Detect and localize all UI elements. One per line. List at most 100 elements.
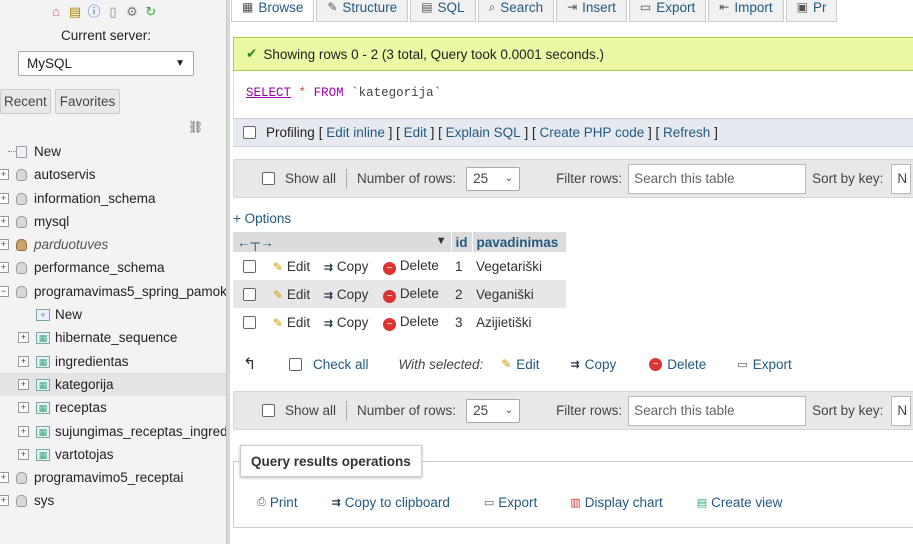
- expand-icon[interactable]: +: [18, 378, 29, 390]
- options-link[interactable]: + Options: [233, 211, 291, 226]
- expand-icon[interactable]: +: [18, 332, 29, 344]
- tree-item[interactable]: + programavimo5_receptai: [0, 466, 226, 489]
- show-all-checkbox[interactable]: [262, 172, 275, 185]
- expand-icon[interactable]: +: [0, 472, 9, 484]
- row-edit[interactable]: ✎ Edit: [269, 280, 320, 308]
- column-header-pavadinimas[interactable]: pavadinimas: [472, 232, 567, 252]
- check-all-checkbox[interactable]: [289, 357, 302, 371]
- bulk-delete-button[interactable]: − Delete: [649, 357, 706, 372]
- expand-icon[interactable]: +: [0, 239, 9, 251]
- row-delete[interactable]: − Delete: [379, 308, 451, 336]
- tree-item[interactable]: + New: [0, 303, 226, 326]
- copy-clipboard-label: Copy to clipboard: [344, 495, 450, 510]
- expand-icon[interactable]: +: [0, 192, 9, 204]
- info-icon[interactable]: ⓘ: [86, 4, 102, 20]
- row-checkbox[interactable]: [243, 260, 256, 274]
- db-icon[interactable]: ▤: [67, 4, 83, 20]
- print-button[interactable]: ⎙ Print: [257, 495, 298, 510]
- sort-key-select[interactable]: N: [891, 163, 912, 194]
- tree-item[interactable]: + ▦ sujungimas_receptas_ingredientas: [0, 420, 226, 443]
- row-edit[interactable]: ✎ Edit: [269, 252, 320, 280]
- tab-export[interactable]: ▭ Export: [628, 0, 707, 22]
- column-header-id[interactable]: id: [451, 232, 473, 252]
- expand-icon[interactable]: +: [0, 215, 9, 227]
- export-button[interactable]: ▭ Export: [484, 495, 537, 510]
- tree-item[interactable]: + parduotuves: [0, 233, 226, 256]
- profiling-checkbox[interactable]: [243, 126, 256, 139]
- expand-icon[interactable]: +: [0, 169, 9, 181]
- check-all-label[interactable]: Check all: [313, 357, 369, 372]
- explain-sql-link[interactable]: Explain SQL: [446, 125, 521, 140]
- copy-to-clipboard-button[interactable]: ⇉ Copy to clipboard: [332, 495, 450, 510]
- tree-item[interactable]: + ▦ ingredientas: [0, 350, 226, 373]
- sort-down-icon[interactable]: ▼: [436, 235, 447, 247]
- link-icon[interactable]: ⛓: [188, 120, 203, 134]
- create-view-button[interactable]: ▤ Create view: [697, 495, 783, 510]
- expand-icon[interactable]: +: [0, 495, 9, 507]
- row-delete[interactable]: − Delete: [379, 252, 451, 280]
- tree-item[interactable]: + ▦ hibernate_sequence: [0, 326, 226, 349]
- filter-rows-input[interactable]: Search this table: [628, 163, 807, 194]
- expand-icon[interactable]: +: [18, 355, 29, 367]
- row-copy[interactable]: ⇉ Copy: [319, 308, 380, 336]
- tree-item[interactable]: + performance_schema: [0, 256, 226, 279]
- tree-item[interactable]: + ▦ kategorija: [0, 372, 226, 397]
- tree-item[interactable]: − programavimas5_spring_pamokos: [0, 280, 226, 303]
- tree-item[interactable]: + mysql: [0, 210, 226, 233]
- filter-rows-input[interactable]: Search this table: [628, 395, 807, 426]
- table-navigation-bottom: Show all Number of rows: 25 ⌄ Filter rows…: [233, 391, 913, 430]
- rows-select[interactable]: 25 ⌄: [466, 398, 521, 423]
- expand-icon[interactable]: +: [18, 402, 29, 414]
- bulk-export-button[interactable]: ▭ Export: [737, 357, 791, 372]
- tab-insert[interactable]: ⇥ Insert: [556, 0, 627, 22]
- tree-item[interactable]: + ▦ receptas: [0, 396, 226, 419]
- sql-keyword-select[interactable]: SELECT: [246, 86, 291, 100]
- tree-item[interactable]: New: [0, 140, 226, 163]
- tab-sql[interactable]: ▤ SQL: [410, 0, 476, 22]
- home-icon[interactable]: ⌂: [48, 4, 64, 20]
- settings-icon[interactable]: ⚙: [124, 4, 140, 20]
- tab-favorites[interactable]: Favorites: [54, 89, 121, 114]
- tab-recent[interactable]: Recent: [0, 89, 51, 114]
- tab-structure[interactable]: ✎ Structure: [316, 0, 409, 22]
- tab-import[interactable]: ⇤ Import: [708, 0, 784, 22]
- edit-link[interactable]: Edit: [404, 125, 427, 140]
- row-edit[interactable]: ✎ Edit: [269, 308, 320, 336]
- tree-item[interactable]: + autoservis: [0, 163, 226, 186]
- row-copy[interactable]: ⇉ Copy: [319, 252, 380, 280]
- resize-arrows-icon[interactable]: ←┬→: [237, 235, 274, 250]
- row-delete[interactable]: − Delete: [379, 280, 451, 308]
- display-chart-button[interactable]: ▥ Display chart: [570, 495, 662, 510]
- expand-icon[interactable]: +: [18, 448, 29, 460]
- row-copy[interactable]: ⇉ Copy: [319, 280, 380, 308]
- server-select[interactable]: MySQL ▼: [18, 51, 194, 76]
- edit-inline-link[interactable]: Edit inline: [326, 125, 385, 140]
- view-icon: ▤: [696, 497, 708, 509]
- reload-icon[interactable]: ↻: [143, 4, 159, 20]
- table-icon: ▦: [36, 332, 50, 345]
- tab-browse[interactable]: ▦ Browse: [231, 0, 315, 22]
- show-all-checkbox[interactable]: [262, 404, 275, 417]
- tab-privileges[interactable]: ▣ Pr: [785, 0, 838, 22]
- chevron-down-icon: ▼: [175, 58, 185, 69]
- bulk-edit-button[interactable]: ✎ Edit: [501, 357, 539, 372]
- sql-query-box[interactable]: SELECT * FROM `kategorija`: [233, 71, 913, 118]
- table-icon: ▦: [36, 355, 50, 368]
- tree-item[interactable]: + ▦ vartotojas: [0, 443, 226, 466]
- tab-search[interactable]: ⌕ Search: [477, 0, 555, 22]
- expand-icon[interactable]: +: [0, 262, 9, 274]
- tree-item[interactable]: + sys: [0, 489, 226, 512]
- row-checkbox[interactable]: [243, 316, 256, 330]
- expand-icon[interactable]: −: [0, 285, 9, 297]
- docs-icon[interactable]: ▯: [105, 4, 121, 20]
- row-checkbox[interactable]: [243, 288, 256, 302]
- bulk-copy-button[interactable]: ⇉ Copy: [571, 357, 617, 372]
- edit-label: Edit: [286, 258, 311, 274]
- rows-select[interactable]: 25 ⌄: [466, 166, 521, 191]
- panel-divider[interactable]: [226, 0, 230, 544]
- expand-icon[interactable]: +: [18, 425, 29, 437]
- sort-key-select[interactable]: N: [891, 395, 912, 426]
- refresh-link[interactable]: Refresh: [663, 125, 710, 140]
- tree-item[interactable]: + information_schema: [0, 187, 226, 210]
- create-php-link[interactable]: Create PHP code: [539, 125, 644, 140]
